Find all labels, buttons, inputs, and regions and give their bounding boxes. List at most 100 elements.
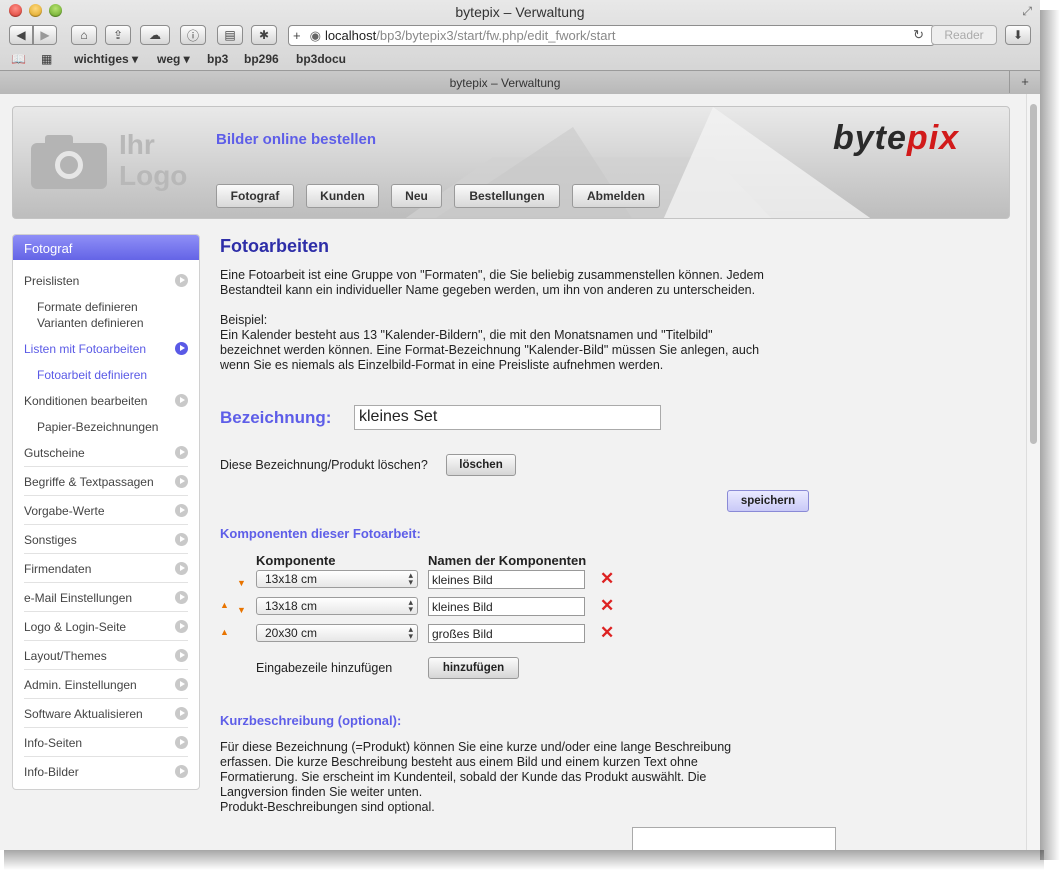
delete-row-icon[interactable]: ✕ (600, 570, 614, 587)
delete-question: Diese Bezeichnung/Produkt löschen? (220, 458, 428, 472)
sidebar-sub-formate[interactable]: Formate definieren (37, 300, 138, 314)
sidebar-sub-fotoarbeit[interactable]: Fotoarbeit definieren (37, 368, 147, 382)
book-icon[interactable]: 📖 (11, 52, 26, 66)
url-bar[interactable]: + ◉ localhost/bp3/bytepix3/start/fw.php/… (288, 25, 935, 46)
component-select-1[interactable]: 13x18 cm ▴ ▾ (256, 570, 418, 588)
move-down-icon[interactable]: ▼ (237, 578, 246, 588)
nav-abmelden[interactable]: Abmelden (572, 184, 660, 208)
new-tab-button[interactable]: + (1009, 71, 1040, 93)
download-icon: ⬇ (1012, 28, 1024, 42)
chevron-right-icon (175, 736, 188, 749)
add-row-label: Eingabezeile hinzufügen (256, 661, 393, 675)
component-select-3[interactable]: 20x30 cm ▴ ▾ (256, 624, 418, 642)
bezeichnung-input[interactable]: kleines Set (354, 405, 661, 430)
chevron-right-icon (175, 342, 188, 355)
chevron-right-icon (175, 649, 188, 662)
component-select-2[interactable]: 13x18 cm ▴ ▾ (256, 597, 418, 615)
sidebar-sub-varianten[interactable]: Varianten definieren (37, 316, 144, 330)
url-path: /bp3/bytepix3/start/fw.php/edit_fwork/st… (376, 28, 616, 43)
icloud-button[interactable]: ☁ (140, 25, 170, 45)
extension-button[interactable]: ▤ (217, 25, 243, 45)
chevron-right-icon (175, 394, 188, 407)
chevron-right-icon (175, 533, 188, 546)
col-head-component: Komponente (256, 553, 336, 568)
back-arrow-icon: ◀ (16, 28, 26, 42)
page-scrollbar[interactable] (1026, 94, 1040, 850)
url-host: localhost (324, 28, 377, 43)
bookmark-wichtiges[interactable]: wichtiges ▾ (74, 52, 138, 66)
select-arrows-icon: ▴ ▾ (408, 570, 413, 587)
browser-window: bytepix – Verwaltung ⤢ ◀ ▶ ⌂ ⇪ ☁ ⓘ ▤ ✱ +… (0, 0, 1040, 850)
nav-fotograf[interactable]: Fotograf (216, 184, 294, 208)
back-button[interactable]: ◀ (9, 25, 33, 45)
brand-logo: bytepix (833, 119, 960, 157)
move-up-icon[interactable]: ▲ (220, 600, 229, 610)
home-icon: ⌂ (80, 28, 88, 42)
nav-neu[interactable]: Neu (391, 184, 442, 208)
browser-chrome: bytepix – Verwaltung ⤢ ◀ ▶ ⌂ ⇪ ☁ ⓘ ▤ ✱ +… (0, 0, 1040, 95)
window-title: bytepix – Verwaltung (455, 4, 585, 20)
chevron-right-icon (175, 707, 188, 720)
bookmark-bp3[interactable]: bp3 (207, 52, 228, 66)
chevron-right-icon (175, 678, 188, 691)
chevron-right-icon (175, 504, 188, 517)
delete-row-icon[interactable]: ✕ (600, 624, 614, 641)
notes-icon: ▤ (224, 28, 236, 42)
bookmark-bp296[interactable]: bp296 (244, 52, 279, 66)
delete-row-icon[interactable]: ✕ (600, 597, 614, 614)
components-title: Komponenten dieser Fotoarbeit: (220, 526, 421, 541)
select-arrows-icon: ▴ ▾ (408, 597, 413, 614)
cloud-icon: ☁ (149, 28, 161, 42)
extension2-button[interactable]: ✱ (251, 25, 277, 45)
component-name-1[interactable]: kleines Bild (428, 570, 585, 589)
page-viewport: Ihr Logo Bilder online bestellen bytepix… (0, 94, 1026, 850)
chevron-right-icon (175, 620, 188, 633)
nav-bestellungen[interactable]: Bestellungen (454, 184, 560, 208)
add-bookmark-icon[interactable]: + (293, 28, 301, 43)
sidebar: Fotograf Preislisten Formate definieren … (12, 234, 200, 790)
main-content: Fotoarbeiten Eine Fotoarbeit ist eine Gr… (208, 234, 1018, 850)
component-name-3[interactable]: großes Bild (428, 624, 585, 643)
browser-toolbar: ◀ ▶ ⌂ ⇪ ☁ ⓘ ▤ ✱ + ◉ localhost/bp3/bytepi… (0, 24, 1040, 48)
chevron-right-icon (175, 446, 188, 459)
grid-icon[interactable]: ▦ (41, 52, 52, 66)
nav-kunden[interactable]: Kunden (306, 184, 379, 208)
chevron-right-icon (175, 475, 188, 488)
info-button[interactable]: ⓘ (180, 25, 206, 45)
scrollbar-thumb[interactable] (1030, 104, 1037, 444)
component-name-2[interactable]: kleines Bild (428, 597, 585, 616)
move-up-icon[interactable]: ▲ (220, 627, 229, 637)
title-bar: bytepix – Verwaltung ⤢ (0, 0, 1040, 24)
reader-button[interactable]: Reader (931, 25, 997, 45)
save-button[interactable]: speichern (727, 490, 809, 512)
downloads-button[interactable]: ⬇ (1005, 25, 1031, 45)
share-button[interactable]: ⇪ (105, 25, 131, 45)
bookmark-bp3docu[interactable]: bp3docu (296, 52, 346, 66)
share-icon: ⇪ (112, 28, 124, 42)
forward-button[interactable]: ▶ (33, 25, 57, 45)
sidebar-sub-papier[interactable]: Papier-Bezeichnungen (37, 420, 158, 434)
forward-arrow-icon: ▶ (40, 28, 50, 42)
short-desc-field[interactable] (632, 827, 836, 850)
chevron-right-icon (175, 274, 188, 287)
logo-placeholder: Ihr Logo (119, 129, 188, 191)
move-down-icon[interactable]: ▼ (237, 605, 246, 615)
tab-active[interactable]: bytepix – Verwaltung (0, 76, 1010, 90)
add-row-button[interactable]: hinzufügen (428, 657, 519, 679)
bookmark-weg[interactable]: weg ▾ (157, 52, 190, 66)
example-text: Beispiel: Ein Kalender besteht aus 13 "K… (220, 313, 760, 372)
bookmarks-bar: 📖 ▦ wichtiges ▾ weg ▾ bp3 bp296 bp3docu (0, 48, 1040, 70)
select-arrows-icon: ▴ ▾ (408, 624, 413, 641)
sidebar-title: Fotograf (13, 235, 199, 260)
delete-button[interactable]: löschen (446, 454, 516, 476)
bezeichnung-label: Bezeichnung: (220, 408, 332, 427)
reload-icon[interactable]: ↻ (913, 27, 924, 43)
site-header: Ihr Logo Bilder online bestellen bytepix… (12, 106, 1010, 219)
page-title: Fotoarbeiten (220, 236, 330, 256)
site-icon: ◉ (309, 27, 321, 43)
fullscreen-icon[interactable]: ⤢ (1022, 4, 1032, 19)
chevron-right-icon (175, 562, 188, 575)
short-desc-title: Kurzbeschreibung (optional): (220, 713, 402, 728)
home-button[interactable]: ⌂ (71, 25, 97, 45)
tab-bar: bytepix – Verwaltung + (0, 70, 1040, 94)
